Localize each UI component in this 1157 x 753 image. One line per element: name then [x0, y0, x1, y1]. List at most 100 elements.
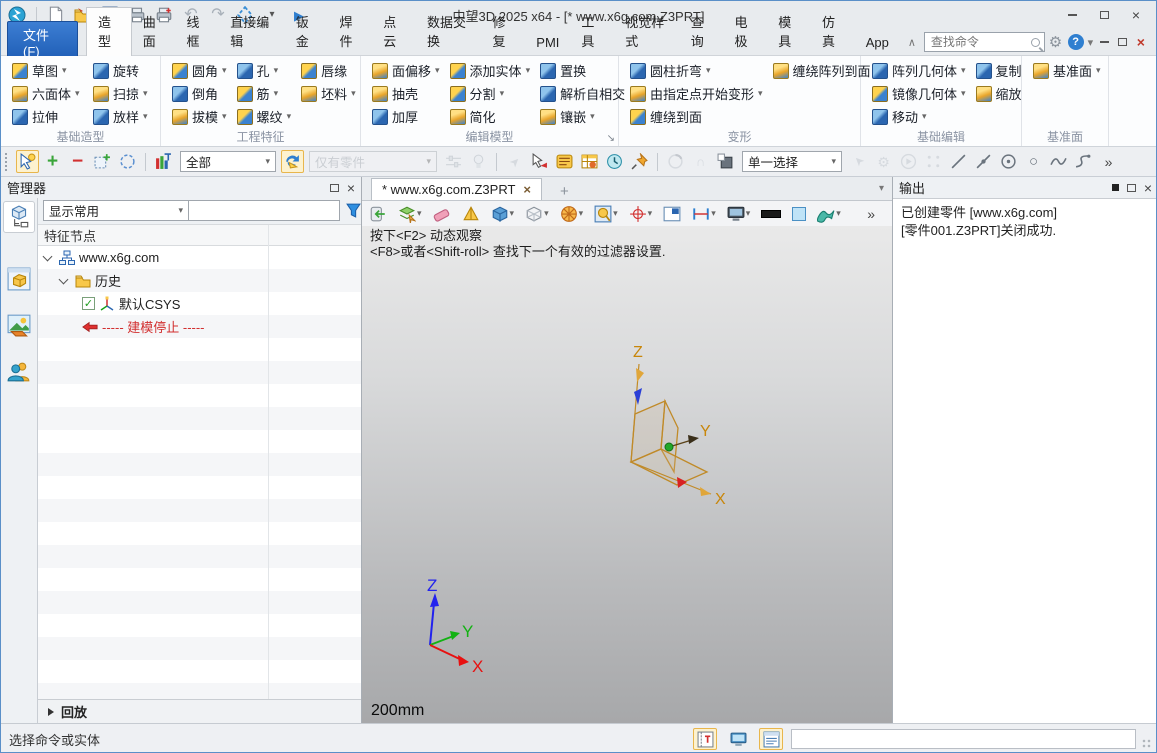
ribbon-item-1-4[interactable]: 筋▾ [234, 83, 295, 104]
ribbon-item-1-5[interactable]: 螺纹▾ [234, 106, 295, 127]
ribbon-item-2-6[interactable]: 置换 [537, 60, 628, 81]
remove-entity-button[interactable]: − [66, 150, 89, 173]
orbit-button[interactable] [664, 150, 687, 173]
highlight-button[interactable] [467, 150, 490, 173]
face-target-button[interactable] [714, 150, 737, 173]
pick-button[interactable] [16, 150, 39, 173]
zoom-window-button[interactable]: ▾ [592, 202, 620, 225]
ribbon-item-1-7[interactable]: 坯料▾ [298, 83, 359, 104]
menu-tab-5[interactable]: 焊件 [329, 8, 373, 55]
exit-sketch-button[interactable] [367, 202, 389, 225]
restore-button[interactable] [1090, 5, 1118, 25]
ribbon-item-2-4[interactable]: 分割▾ [447, 83, 534, 104]
ribbon-item-2-0[interactable]: 面偏移▾ [369, 60, 443, 81]
command-list-button[interactable] [759, 728, 783, 750]
snap-midpoint-button[interactable] [972, 150, 995, 173]
viewport-preview-button[interactable] [661, 202, 683, 225]
close-button[interactable]: × [1122, 5, 1150, 25]
ribbon-item-2-5[interactable]: 简化 [447, 106, 534, 127]
settings-ghost-button[interactable]: ⚙ [872, 150, 895, 173]
menu-tab-15[interactable]: 仿真 [811, 8, 855, 55]
menu-tab-8[interactable]: 修复 [482, 8, 526, 55]
view-overflow-button[interactable]: » [865, 202, 881, 225]
doc-restore-button[interactable] [1113, 32, 1131, 52]
selection-table-button[interactable] [578, 150, 601, 173]
scope-filter-select[interactable]: 仅有零件▾ [309, 151, 437, 172]
document-tab[interactable]: * www.x6g.com.Z3PRT × [371, 178, 542, 200]
pick-mode-select[interactable]: 单一选择▾ [742, 151, 842, 172]
shaded-mode-button[interactable]: ▾ [489, 202, 517, 225]
add-entity-button[interactable]: + [41, 150, 64, 173]
playback-bar[interactable]: 回放 [38, 699, 361, 723]
triad-toggle-button[interactable] [460, 202, 482, 225]
screen-monitor-button[interactable] [726, 728, 750, 750]
toolbar-drag-handle[interactable] [5, 153, 10, 171]
resize-grip[interactable] [1142, 739, 1151, 748]
ribbon-item-1-6[interactable]: 唇缘 [298, 60, 359, 81]
menu-tab-13[interactable]: 电极 [723, 8, 767, 55]
box-select-button[interactable] [91, 150, 114, 173]
help-dropdown-icon[interactable]: ▾ [1088, 36, 1094, 49]
command-input[interactable] [791, 729, 1136, 749]
doc-close-button[interactable]: × [1132, 32, 1150, 52]
tab-list-chevron-icon[interactable]: ▾ [879, 183, 884, 194]
dimension-display-button[interactable]: ▾ [690, 202, 718, 225]
menu-tab-4[interactable]: 钣金 [285, 8, 329, 55]
tab-close-icon[interactable]: × [523, 182, 531, 197]
output-restore-button[interactable] [1127, 184, 1136, 192]
menu-tab-3[interactable]: 直接编辑 [219, 8, 285, 55]
display-settings-button[interactable]: ▾ [725, 202, 753, 225]
ribbon-item-0-4[interactable]: 扫掠▾ [90, 83, 154, 104]
toolbar-overflow-button[interactable]: » [1097, 150, 1120, 173]
ribbon-item-4-2[interactable]: 移动▾ [869, 106, 969, 127]
snap-points-button[interactable] [922, 150, 945, 173]
pick-target-button[interactable] [281, 150, 304, 173]
curve-pick-button[interactable]: ∩ [689, 150, 712, 173]
tree-row-3[interactable]: ----- 建模停止 ----- [38, 315, 361, 338]
expand-chevron-icon[interactable] [59, 274, 69, 284]
ribbon-item-0-0[interactable]: 草图▾ [9, 60, 86, 81]
command-search-input[interactable] [929, 34, 1032, 50]
ui-panels-button[interactable] [693, 728, 717, 750]
ribbon-item-2-2[interactable]: 加厚 [369, 106, 443, 127]
ribbon-item-3-2[interactable]: 缠绕到面 [627, 106, 766, 127]
ribbon-item-4-4[interactable]: 缩放 [973, 83, 1025, 104]
menu-tab-11[interactable]: 视觉样式 [614, 8, 680, 55]
snap-circle-button[interactable]: ○ [1022, 150, 1045, 173]
ribbon-item-0-2[interactable]: 拉伸 [9, 106, 86, 127]
doc-minimize-button[interactable] [1095, 32, 1113, 52]
menu-tab-7[interactable]: 数据交换 [416, 8, 482, 55]
visual-manager-button[interactable] [3, 263, 35, 295]
ribbon-item-1-3[interactable]: 孔▾ [234, 60, 295, 81]
session-users-button[interactable] [3, 355, 35, 387]
filter-bars-button[interactable] [152, 150, 175, 173]
help-button[interactable]: ? [1066, 32, 1086, 52]
wireframe-mode-button[interactable]: ▾ [523, 202, 551, 225]
pick-feature-button[interactable] [528, 150, 551, 173]
ribbon-item-5-0[interactable]: 基准面▾ [1030, 60, 1104, 81]
menu-tab-10[interactable]: 工具 [570, 8, 614, 55]
play-ghost-button[interactable] [897, 150, 920, 173]
section-view-button[interactable]: ▾ [558, 202, 586, 225]
dialog-launcher-icon[interactable]: ↘ [607, 133, 615, 144]
ribbon-item-1-1[interactable]: 倒角 [169, 83, 230, 104]
tolerance-button[interactable] [442, 150, 465, 173]
output-pin-button[interactable] [1112, 184, 1119, 191]
ribbon-item-3-1[interactable]: 由指定点开始变形▾ [627, 83, 766, 104]
ribbon-item-1-0[interactable]: 圆角▾ [169, 60, 230, 81]
pick-chain-button[interactable]: ➤ [503, 150, 526, 173]
tree-row-0[interactable]: www.x6g.com [38, 246, 361, 269]
manager-close-button[interactable]: × [347, 180, 355, 196]
ribbon-item-4-3[interactable]: 复制 [973, 60, 1025, 81]
settings-gear-button[interactable]: ⚙ [1045, 32, 1065, 52]
recent-history-button[interactable] [603, 150, 626, 173]
snap-curve-button[interactable] [1072, 150, 1095, 173]
cursor-ghost-button[interactable]: ➤ [847, 150, 870, 173]
eraser-button[interactable] [431, 202, 453, 225]
menu-tab-6[interactable]: 点云 [372, 8, 416, 55]
ribbon-item-2-3[interactable]: 添加实体▾ [447, 60, 534, 81]
entity-filter-select[interactable]: 全部▾ [180, 151, 276, 172]
selection-list-button[interactable] [553, 150, 576, 173]
ribbon-item-0-5[interactable]: 放样▾ [90, 106, 154, 127]
ribbon-item-3-0[interactable]: 圆柱折弯▾ [627, 60, 766, 81]
